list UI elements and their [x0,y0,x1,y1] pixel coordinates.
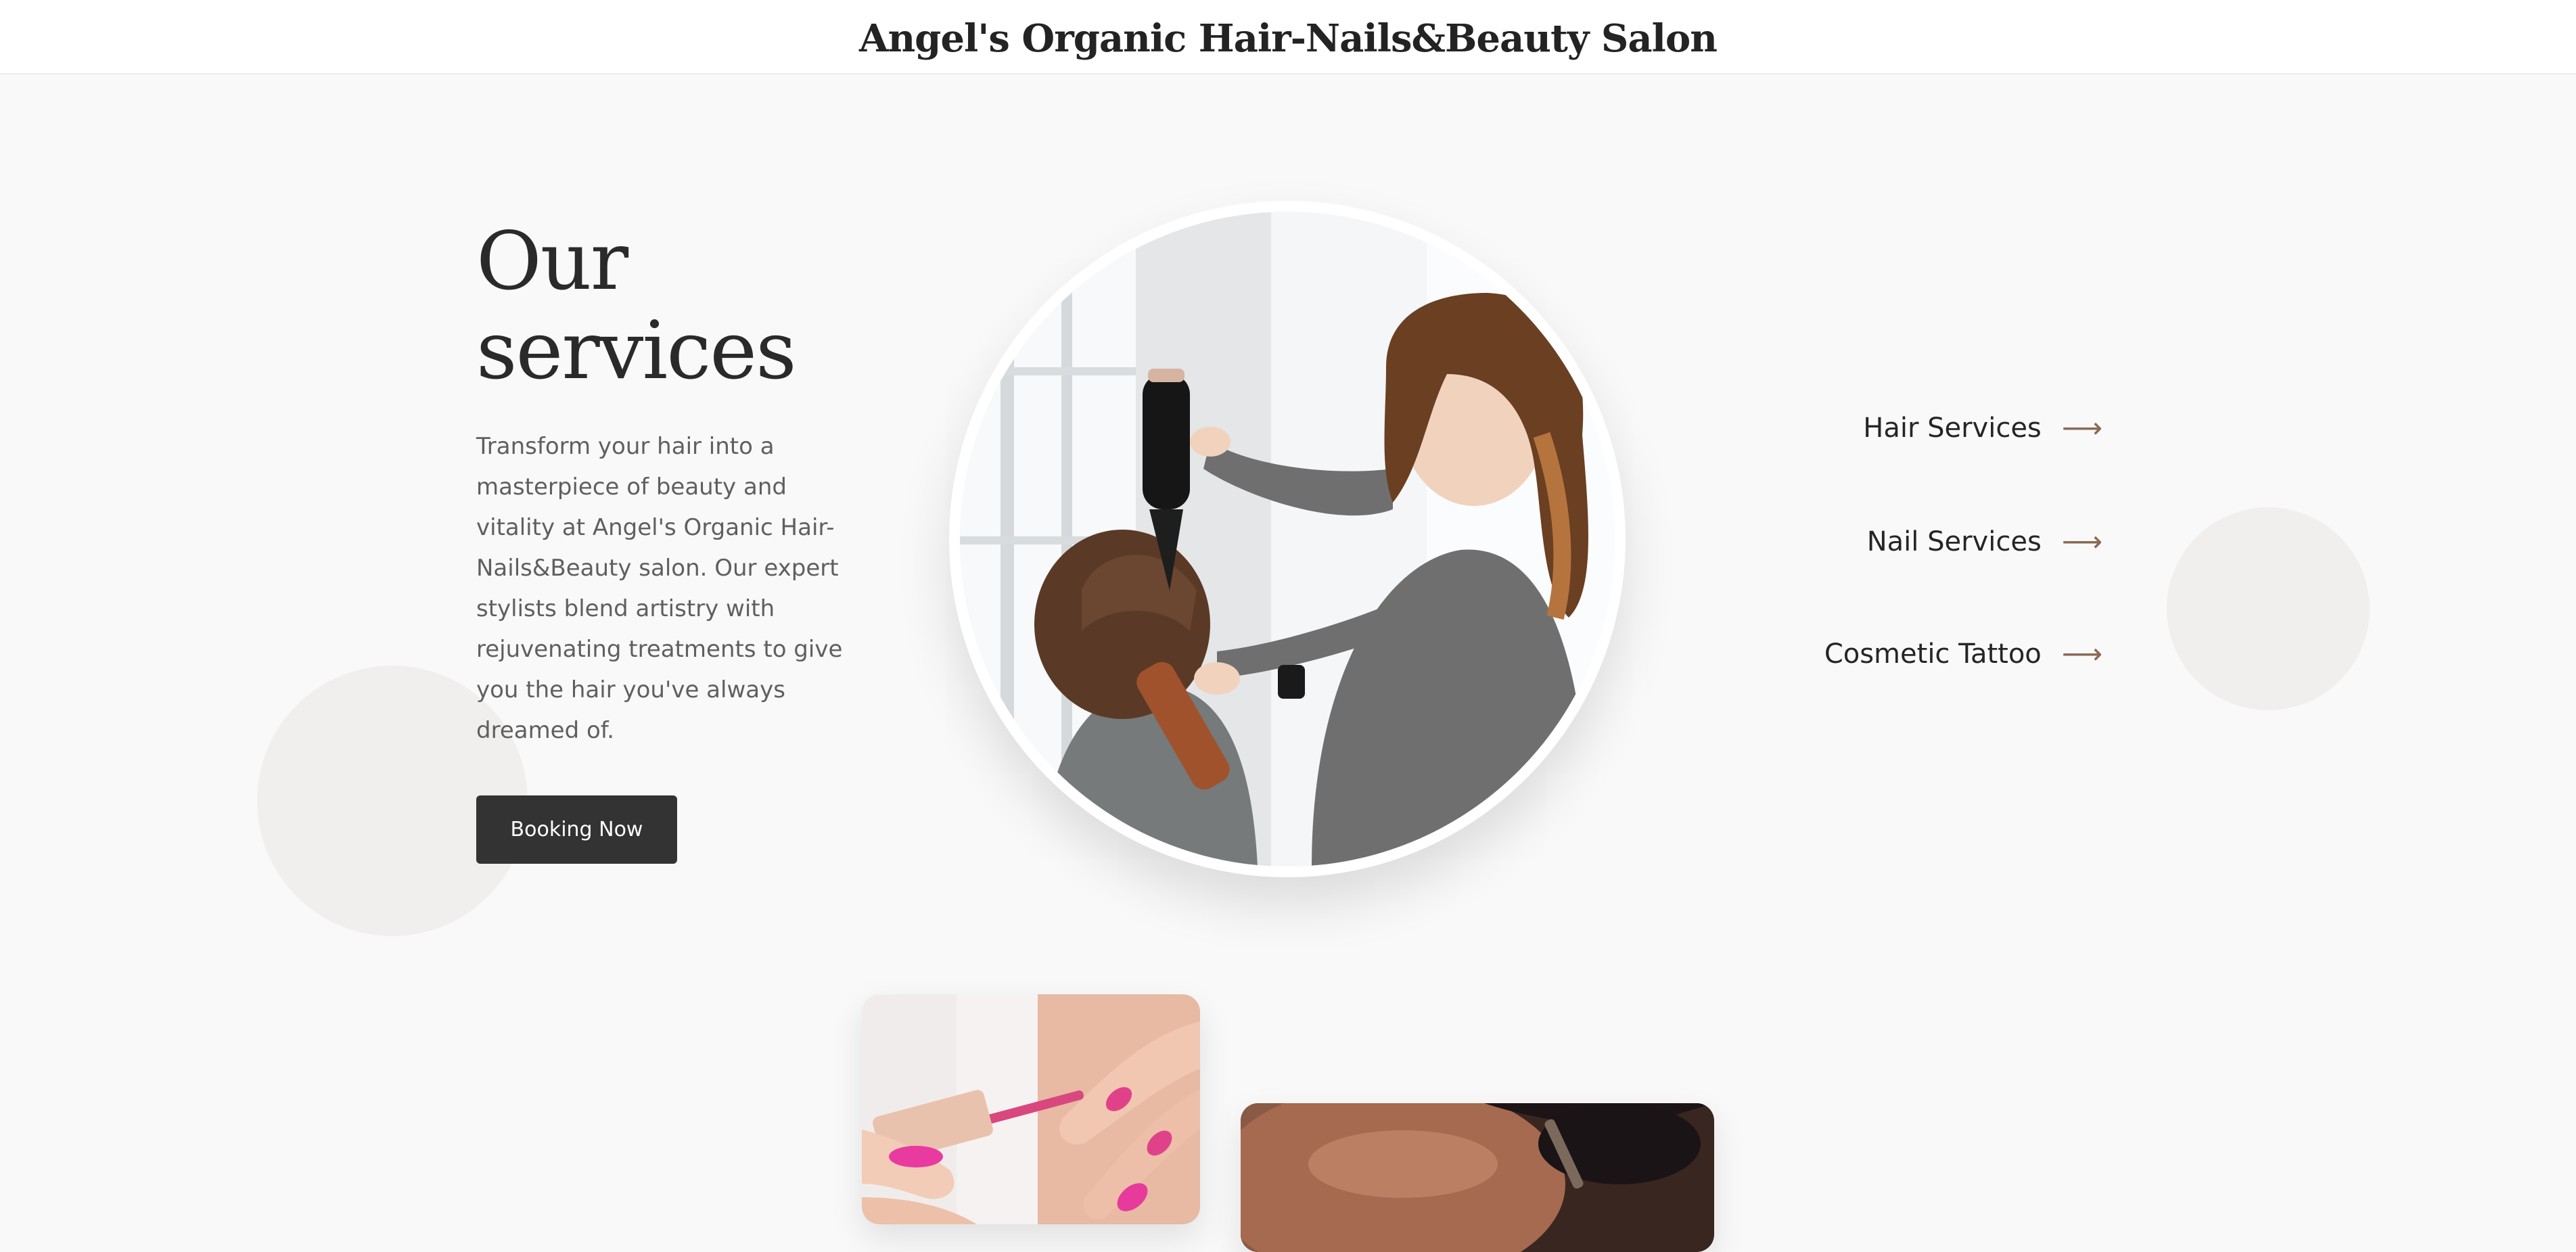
hair-services-link[interactable]: Hair Services ⟶ [1863,413,2102,444]
cosmetic-tattoo-link[interactable]: Cosmetic Tattoo ⟶ [1824,639,2102,670]
decorative-circle-right [2167,507,2370,710]
site-header: Angel's Organic Hair-Nails&Beauty Salon [0,0,2576,74]
arrow-right-icon: ⟶ [2061,411,2102,444]
section-heading: Our services [476,214,797,397]
booking-now-button[interactable]: Booking Now [476,795,677,864]
hair-services-label: Hair Services [1863,413,2042,444]
hairstylist-photo [960,212,1615,866]
nails-photo-card[interactable] [862,994,1200,1224]
services-description: Transform your hair into a masterpiece o… [476,433,843,744]
hero-photo-frame [949,201,1626,877]
cosmetic-tattoo-photo-card[interactable] [1241,1103,1714,1252]
nail-services-label: Nail Services [1866,526,2042,557]
cosmetic-tattoo-label: Cosmetic Tattoo [1824,639,2042,670]
arrow-right-icon: ⟶ [2061,637,2102,670]
heading-line-1: Our [476,214,628,308]
nail-services-link[interactable]: Nail Services ⟶ [1867,526,2102,557]
site-title: Angel's Organic Hair-Nails&Beauty Salon [859,16,1718,61]
heading-line-2: services [476,304,797,397]
arrow-right-icon: ⟶ [2061,525,2102,558]
